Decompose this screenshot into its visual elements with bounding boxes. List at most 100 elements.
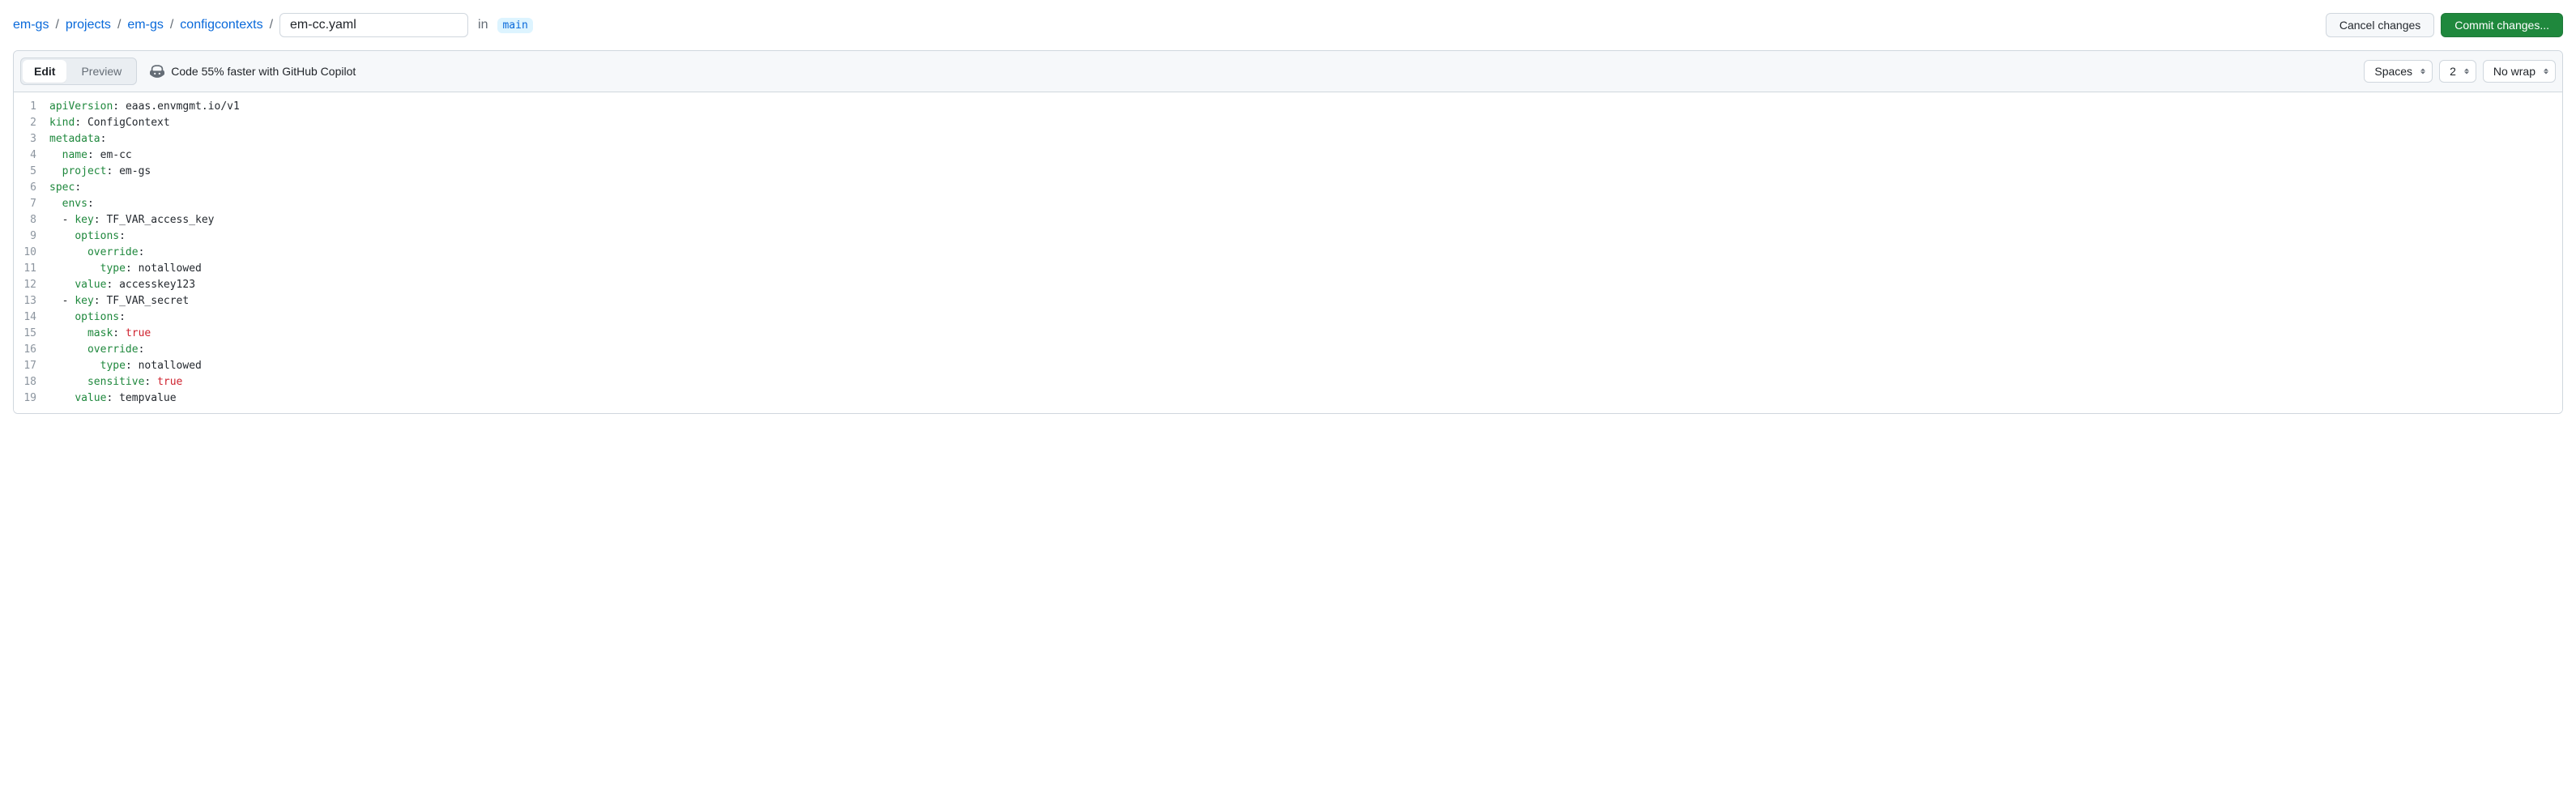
line-number-gutter: 12345678910111213141516171819 xyxy=(14,92,49,413)
wrap-mode-select[interactable]: No wrap xyxy=(2483,60,2556,83)
tab-edit[interactable]: Edit xyxy=(23,60,66,83)
yaml-key: sensitive xyxy=(87,376,144,388)
breadcrumb-link[interactable]: em-gs xyxy=(127,18,163,32)
breadcrumb-link[interactable]: configcontexts xyxy=(180,18,262,32)
code-line[interactable]: override: xyxy=(49,342,2562,358)
yaml-value: eaas.envmgmt.io/v1 xyxy=(126,100,240,113)
yaml-key: mask xyxy=(87,327,113,339)
yaml-value: em-gs xyxy=(119,165,151,177)
file-header: em-gs / projects / em-gs / configcontext… xyxy=(13,13,2563,37)
yaml-key: project xyxy=(62,165,107,177)
branch-badge[interactable]: main xyxy=(497,18,532,33)
yaml-value: notallowed xyxy=(139,262,202,275)
breadcrumb-link[interactable]: projects xyxy=(66,18,111,32)
line-number: 3 xyxy=(20,131,36,147)
indent-size-select[interactable]: 2 xyxy=(2439,60,2476,83)
code-line[interactable]: mask: true xyxy=(49,326,2562,342)
yaml-key: apiVersion xyxy=(49,100,113,113)
line-number: 11 xyxy=(20,261,36,277)
editor-container: Edit Preview Code 55% faster with GitHub… xyxy=(13,50,2563,414)
yaml-key: key xyxy=(75,214,93,226)
indent-mode-value: Spaces xyxy=(2374,65,2412,78)
line-number: 2 xyxy=(20,115,36,131)
yaml-value: em-cc xyxy=(100,149,132,161)
line-number: 8 xyxy=(20,212,36,228)
yaml-value: accesskey123 xyxy=(119,279,195,291)
indent-size-value: 2 xyxy=(2450,65,2456,78)
code-line[interactable]: kind: ConfigContext xyxy=(49,115,2562,131)
breadcrumb-sep: / xyxy=(267,18,276,32)
wrap-mode-value: No wrap xyxy=(2493,65,2535,78)
code-content[interactable]: apiVersion: eaas.envmgmt.io/v1kind: Conf… xyxy=(49,92,2562,413)
line-number: 1 xyxy=(20,99,36,115)
breadcrumb-sep: / xyxy=(114,18,124,32)
line-number: 15 xyxy=(20,326,36,342)
line-number: 4 xyxy=(20,147,36,164)
select-caret-icon xyxy=(2544,69,2548,75)
yaml-key: type xyxy=(100,360,126,372)
line-number: 7 xyxy=(20,196,36,212)
yaml-key: key xyxy=(75,295,93,307)
select-caret-icon xyxy=(2420,69,2425,75)
yaml-key: options xyxy=(75,230,119,242)
line-number: 6 xyxy=(20,180,36,196)
toolbar-left: Edit Preview Code 55% faster with GitHub… xyxy=(20,58,356,85)
tab-preview[interactable]: Preview xyxy=(68,60,134,83)
code-line[interactable]: metadata: xyxy=(49,131,2562,147)
code-line[interactable]: sensitive: true xyxy=(49,374,2562,390)
yaml-key: spec xyxy=(49,181,75,194)
code-line[interactable]: envs: xyxy=(49,196,2562,212)
code-line[interactable]: - key: TF_VAR_secret xyxy=(49,293,2562,309)
code-line[interactable]: spec: xyxy=(49,180,2562,196)
yaml-key: name xyxy=(62,149,87,161)
yaml-key: options xyxy=(75,311,119,323)
line-number: 13 xyxy=(20,293,36,309)
code-line[interactable]: apiVersion: eaas.envmgmt.io/v1 xyxy=(49,99,2562,115)
code-editor[interactable]: 12345678910111213141516171819 apiVersion… xyxy=(14,92,2562,413)
yaml-key: envs xyxy=(62,198,87,210)
yaml-value: tempvalue xyxy=(119,392,176,404)
line-number: 5 xyxy=(20,164,36,180)
commit-changes-button[interactable]: Commit changes... xyxy=(2441,13,2563,37)
copilot-promo-text: Code 55% faster with GitHub Copilot xyxy=(171,65,356,78)
line-number: 12 xyxy=(20,277,36,293)
code-line[interactable]: project: em-gs xyxy=(49,164,2562,180)
code-line[interactable]: - key: TF_VAR_access_key xyxy=(49,212,2562,228)
yaml-key: type xyxy=(100,262,126,275)
filename-input[interactable] xyxy=(279,13,468,37)
code-line[interactable]: value: tempvalue xyxy=(49,390,2562,407)
editor-toolbar: Edit Preview Code 55% faster with GitHub… xyxy=(14,51,2562,92)
indent-mode-select[interactable]: Spaces xyxy=(2364,60,2433,83)
line-number: 16 xyxy=(20,342,36,358)
code-line[interactable]: options: xyxy=(49,309,2562,326)
code-line[interactable]: override: xyxy=(49,245,2562,261)
breadcrumb-sep: / xyxy=(167,18,177,32)
select-caret-icon xyxy=(2464,69,2469,75)
yaml-value: ConfigContext xyxy=(87,117,170,129)
code-line[interactable]: options: xyxy=(49,228,2562,245)
line-number: 17 xyxy=(20,358,36,374)
line-number: 14 xyxy=(20,309,36,326)
yaml-value: TF_VAR_access_key xyxy=(106,214,214,226)
yaml-value: TF_VAR_secret xyxy=(106,295,189,307)
in-label: in xyxy=(478,18,488,32)
yaml-value: true xyxy=(126,327,151,339)
code-line[interactable]: name: em-cc xyxy=(49,147,2562,164)
yaml-key: override xyxy=(87,343,139,356)
toolbar-right: Spaces 2 No wrap xyxy=(2364,60,2556,83)
breadcrumb: em-gs / projects / em-gs / configcontext… xyxy=(13,13,533,37)
cancel-changes-button[interactable]: Cancel changes xyxy=(2326,13,2434,37)
yaml-key: metadata xyxy=(49,133,100,145)
yaml-key: value xyxy=(75,392,106,404)
line-number: 19 xyxy=(20,390,36,407)
line-number: 9 xyxy=(20,228,36,245)
yaml-key: override xyxy=(87,246,139,258)
breadcrumb-sep: / xyxy=(52,18,62,32)
code-line[interactable]: type: notallowed xyxy=(49,261,2562,277)
yaml-value: notallowed xyxy=(139,360,202,372)
code-line[interactable]: type: notallowed xyxy=(49,358,2562,374)
yaml-key: value xyxy=(75,279,106,291)
code-line[interactable]: value: accesskey123 xyxy=(49,277,2562,293)
copilot-promo[interactable]: Code 55% faster with GitHub Copilot xyxy=(150,64,356,79)
breadcrumb-link[interactable]: em-gs xyxy=(13,18,49,32)
